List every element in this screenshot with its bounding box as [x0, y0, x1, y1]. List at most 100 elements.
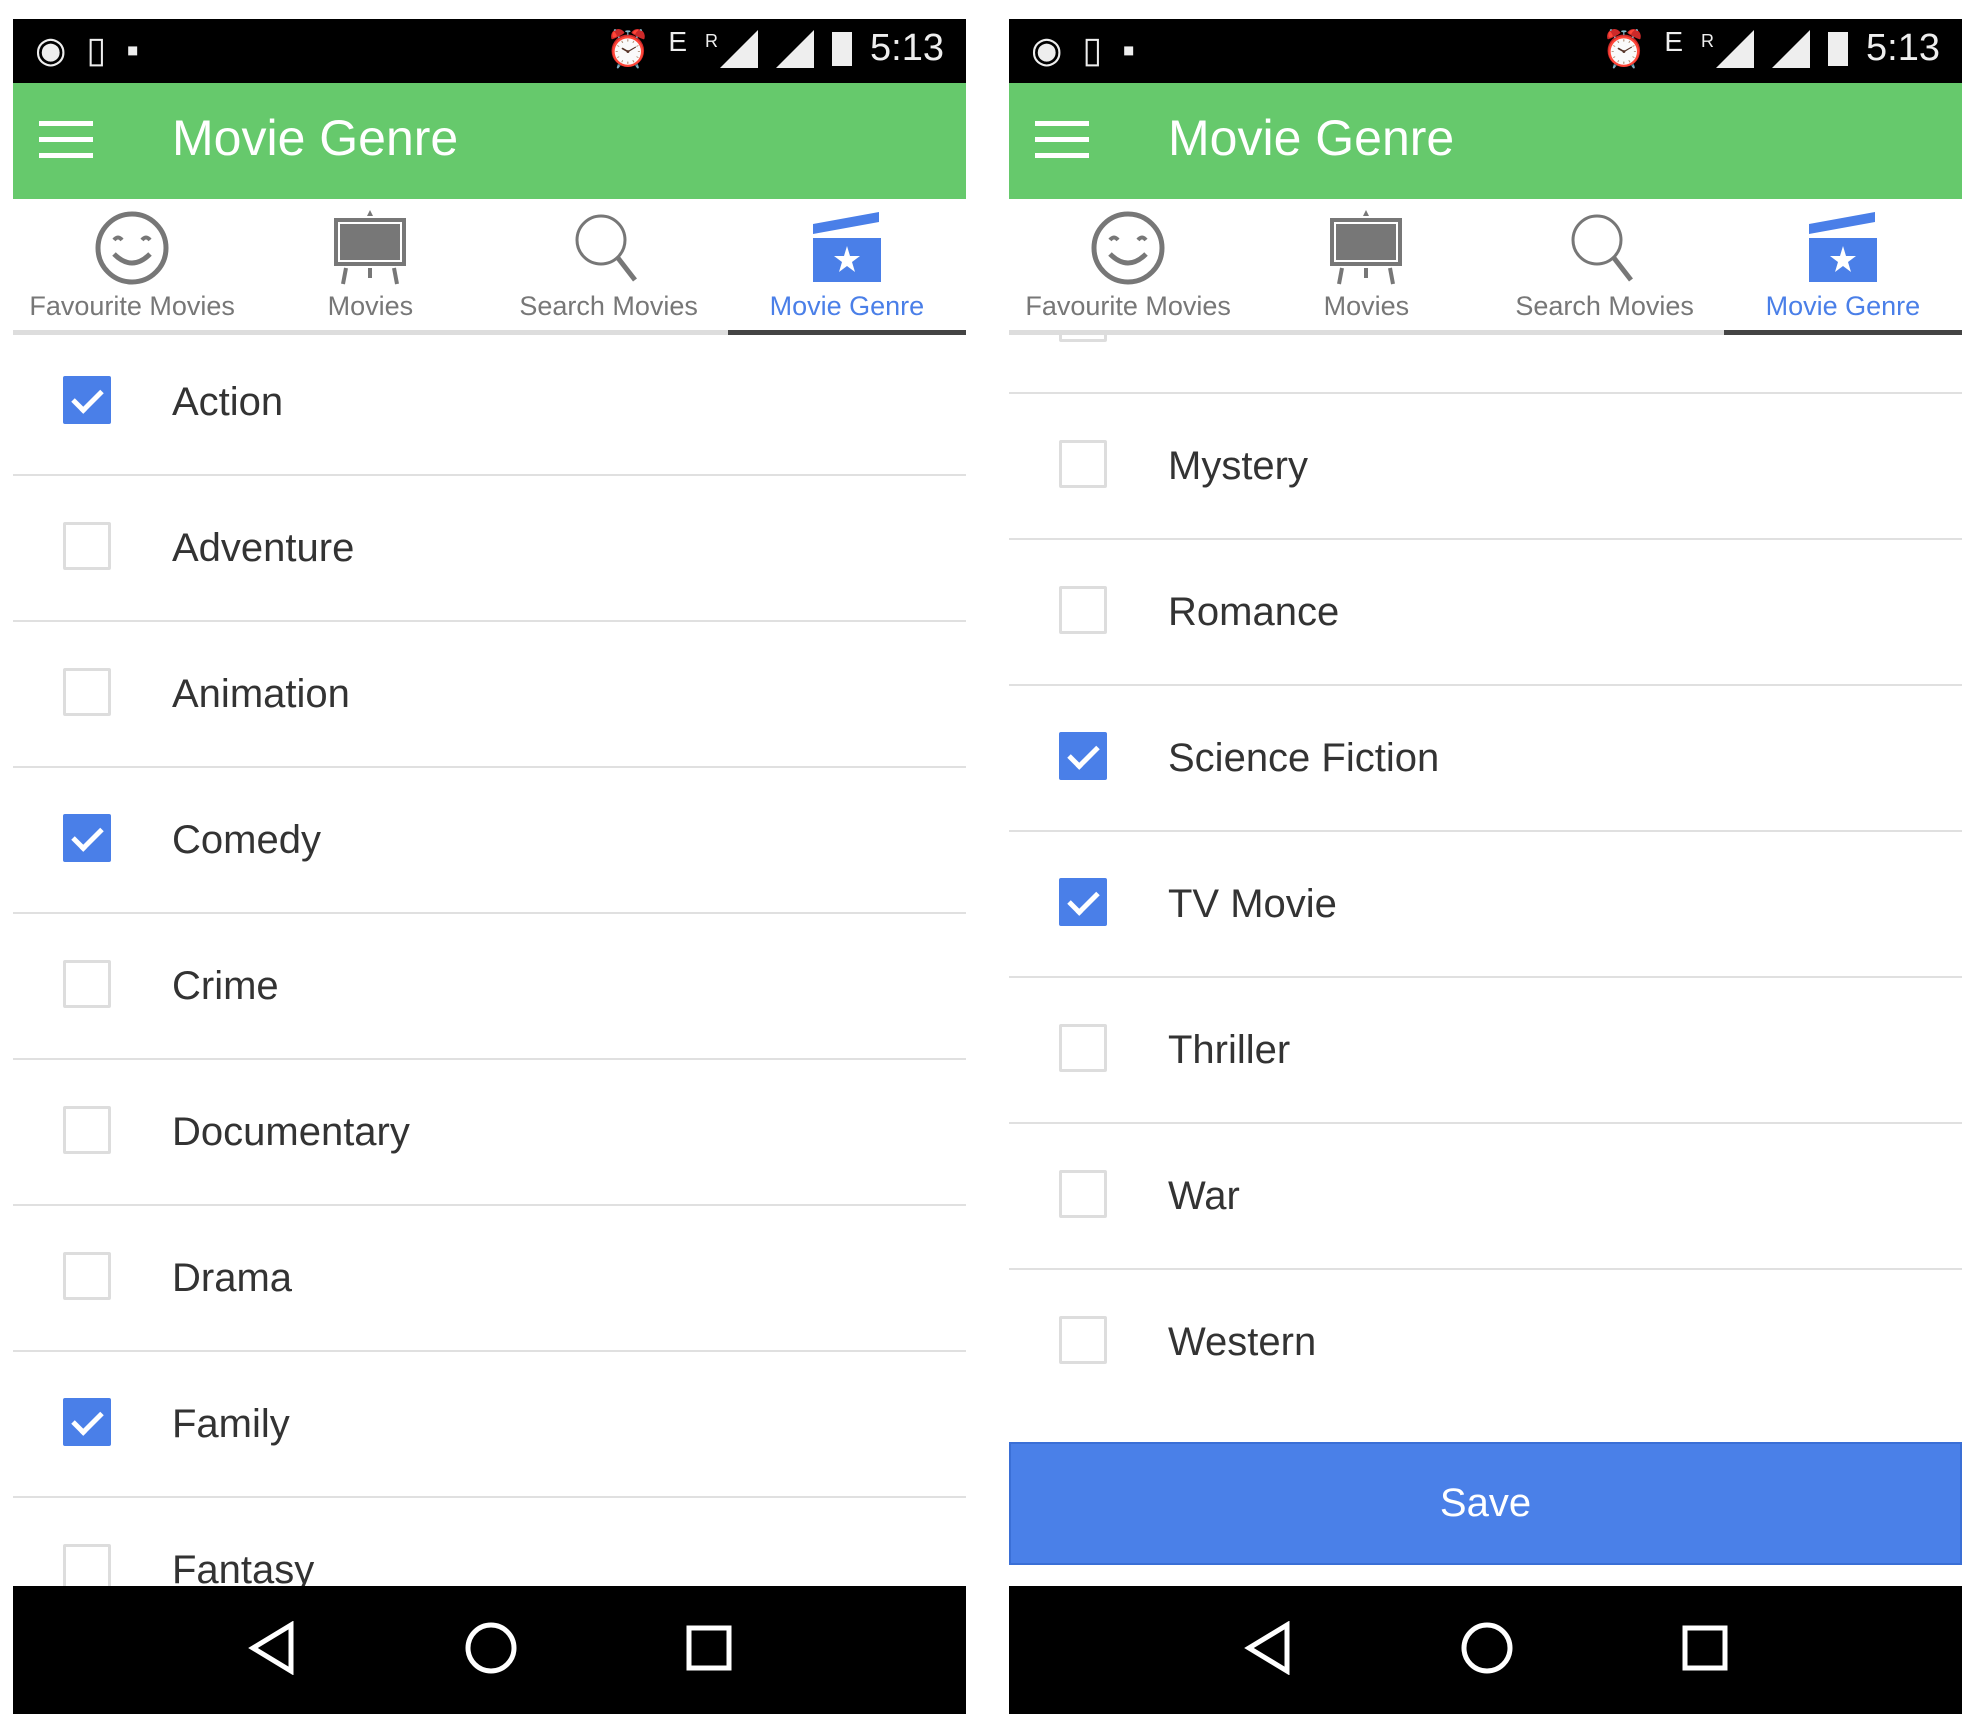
save-button[interactable]: Save	[1009, 1442, 1962, 1565]
clock: 5:13	[870, 27, 944, 69]
genre-checkbox[interactable]	[1059, 586, 1107, 634]
genre-row[interactable]: Family	[13, 1352, 966, 1498]
battery-charging-icon	[832, 31, 853, 66]
genre-checkbox[interactable]	[1059, 878, 1107, 926]
hamburger-icon[interactable]	[39, 121, 93, 159]
easel-icon	[1330, 210, 1403, 285]
system-nav-bar	[13, 1586, 966, 1714]
battery-charging-icon	[1828, 31, 1849, 66]
signal-icon	[720, 29, 759, 68]
genre-checkbox[interactable]	[63, 814, 111, 862]
genre-checkbox[interactable]	[63, 1106, 111, 1154]
genre-row[interactable]: TV Movie	[1009, 832, 1962, 978]
genre-row[interactable]: Thriller	[1009, 978, 1962, 1124]
tab-favourite-movies[interactable]: Favourite Movies	[13, 199, 251, 330]
tab-movies[interactable]: Movies	[1247, 199, 1485, 330]
genre-checkbox[interactable]	[63, 960, 111, 1008]
genre-label: Mystery	[1168, 444, 1308, 488]
genre-checkbox[interactable]	[63, 522, 111, 570]
back-icon[interactable]	[247, 1620, 297, 1680]
genre-list[interactable]: Music Mystery Romance Science Fiction TV Mov…	[1009, 330, 1962, 1413]
tab-search-movies[interactable]: Search Movies	[1486, 199, 1724, 330]
status-bar: ◉ ▯ ▪ ⏰ E R 5:13	[13, 19, 966, 83]
home-icon[interactable]	[464, 1621, 518, 1680]
genre-row[interactable]: Romance	[1009, 540, 1962, 686]
genre-row[interactable]: Music	[1009, 330, 1962, 394]
genre-checkbox[interactable]	[1059, 732, 1107, 780]
genre-row[interactable]: Adventure	[13, 476, 966, 622]
network-type: E	[668, 25, 688, 57]
genre-row[interactable]: Documentary	[13, 1060, 966, 1206]
page-title: Movie Genre	[1168, 110, 1455, 166]
clapperboard-star-icon	[1808, 212, 1877, 282]
genre-label: Adventure	[172, 526, 355, 570]
genre-row[interactable]: Action	[13, 330, 966, 476]
genre-label: Comedy	[172, 818, 321, 862]
tab-label: Search Movies	[519, 291, 698, 321]
genre-row[interactable]: Fantasy	[13, 1498, 966, 1586]
genre-label: TV Movie	[1168, 882, 1337, 926]
clock: 5:13	[1866, 27, 1940, 69]
train-icon: ▯	[1082, 29, 1103, 70]
tab-movies[interactable]: Movies	[251, 199, 489, 330]
tab-label: Favourite Movies	[1025, 291, 1231, 321]
smiley-icon	[1091, 211, 1165, 285]
roaming-indicator: R	[705, 31, 719, 51]
alarm-icon: ⏰	[605, 27, 651, 69]
genre-checkbox[interactable]	[1059, 440, 1107, 488]
tab-search-movies[interactable]: Search Movies	[490, 199, 728, 330]
clapperboard-star-icon	[812, 212, 881, 282]
tab-label: Movies	[1323, 291, 1410, 321]
recents-icon[interactable]	[1681, 1624, 1729, 1677]
home-icon[interactable]	[1460, 1621, 1514, 1680]
app-notification-icon: ◉	[1031, 29, 1063, 70]
hamburger-icon[interactable]	[1035, 121, 1089, 159]
tab-label: Movie Genre	[1765, 291, 1921, 321]
genre-checkbox[interactable]	[63, 1398, 111, 1446]
phone-screen-right: Music Mystery Romance Science Fiction TV Mov…	[1009, 19, 1962, 1714]
phone-screen-left: Action Adventure Animation Comedy Crime Docum…	[13, 19, 966, 1714]
tab-movie-genre[interactable]: Movie Genre	[1723, 199, 1962, 335]
genre-label: Family	[172, 1402, 290, 1446]
genre-row[interactable]: Western	[1009, 1270, 1962, 1413]
genre-checkbox[interactable]	[1059, 1170, 1107, 1218]
genre-checkbox[interactable]	[63, 376, 111, 424]
system-nav-bar	[1009, 1586, 1962, 1714]
genre-row[interactable]: Comedy	[13, 768, 966, 914]
genre-label: Action	[172, 380, 284, 424]
signal-icon	[1772, 29, 1811, 68]
tab-bar: Favourite Movies Movies Search Movies Mo…	[13, 199, 966, 335]
genre-checkbox[interactable]	[63, 1544, 111, 1586]
easel-icon	[334, 210, 407, 285]
genre-row[interactable]: War	[1009, 1124, 1962, 1270]
genre-list[interactable]: Action Adventure Animation Comedy Crime Docum…	[13, 330, 966, 1586]
genre-row[interactable]: Drama	[13, 1206, 966, 1352]
genre-checkbox[interactable]	[63, 668, 111, 716]
android-icon: ▪	[126, 29, 139, 70]
genre-label: War	[1168, 1174, 1240, 1218]
android-icon: ▪	[1122, 29, 1135, 70]
tab-favourite-movies[interactable]: Favourite Movies	[1009, 199, 1247, 330]
genre-checkbox[interactable]	[1059, 1024, 1107, 1072]
genre-checkbox[interactable]	[1059, 1316, 1107, 1364]
app-notification-icon: ◉	[35, 29, 67, 70]
tab-movie-genre[interactable]: Movie Genre	[727, 199, 966, 335]
genre-label: Science Fiction	[1168, 736, 1440, 780]
genre-row[interactable]: Science Fiction	[1009, 686, 1962, 832]
genre-checkbox[interactable]	[63, 1252, 111, 1300]
tab-label: Search Movies	[1515, 291, 1694, 321]
network-type: E	[1664, 25, 1684, 57]
recents-icon[interactable]	[685, 1624, 733, 1677]
search-icon	[1571, 214, 1633, 282]
genre-label: Western	[1168, 1320, 1317, 1364]
tab-bar: Favourite Movies Movies Search Movies Mo…	[1009, 199, 1962, 335]
genre-label: Documentary	[172, 1110, 410, 1154]
genre-row[interactable]: Animation	[13, 622, 966, 768]
back-icon[interactable]	[1243, 1620, 1293, 1680]
roaming-indicator: R	[1701, 31, 1715, 51]
alarm-icon: ⏰	[1601, 27, 1647, 69]
genre-row[interactable]: Crime	[13, 914, 966, 1060]
signal-icon	[1716, 29, 1755, 68]
genre-row[interactable]: Mystery	[1009, 394, 1962, 540]
genre-label: Drama	[172, 1256, 293, 1300]
